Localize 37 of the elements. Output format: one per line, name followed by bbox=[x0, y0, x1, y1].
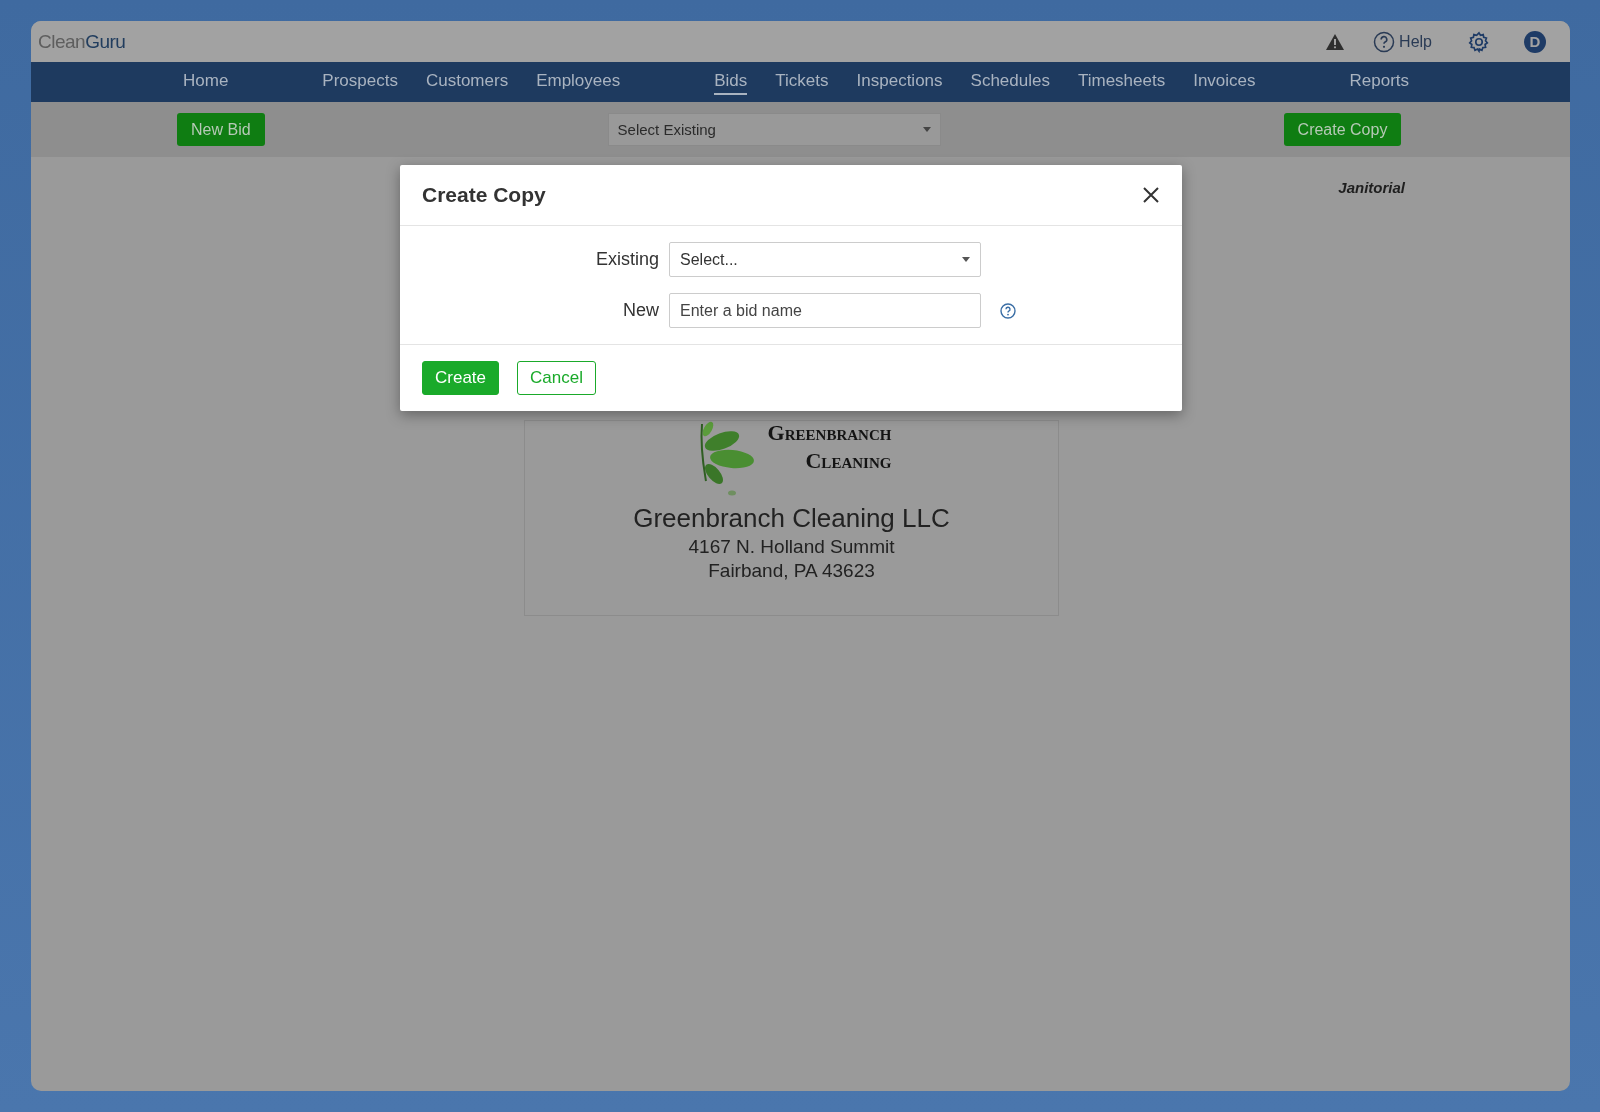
warning-icon[interactable] bbox=[1325, 32, 1346, 51]
bid-name-field[interactable]: Enter a bid name bbox=[669, 293, 981, 328]
field-label: Existing bbox=[594, 249, 660, 270]
nav-link[interactable]: Employees bbox=[536, 69, 621, 95]
dialog-title: Create Copy bbox=[422, 183, 546, 207]
user-avatar[interactable]: D bbox=[1524, 30, 1546, 53]
nav-link[interactable]: Prospects bbox=[322, 69, 398, 95]
existing-select[interactable]: Select... bbox=[669, 242, 981, 277]
help-icon[interactable] bbox=[1000, 302, 1016, 319]
nav-link[interactable]: Customers bbox=[425, 69, 509, 95]
caret-icon bbox=[922, 127, 931, 132]
company-name: Greenbranch Cleaning LLC bbox=[633, 503, 950, 534]
nav-link[interactable]: Timesheets bbox=[1077, 69, 1166, 95]
address-line: 4167 N. Holland Summit bbox=[688, 536, 895, 558]
address-line: Fairband, PA 43623 bbox=[708, 560, 875, 582]
nav-link[interactable]: Inspections bbox=[856, 69, 943, 95]
app-logo[interactable]: CleanGuru bbox=[38, 30, 126, 53]
caret-icon bbox=[962, 257, 970, 262]
create-button[interactable]: Create bbox=[422, 361, 500, 395]
help-link[interactable]: Help bbox=[1373, 30, 1432, 53]
nav-link[interactable]: Home bbox=[183, 69, 229, 95]
nav-link[interactable]: Invoices bbox=[1193, 69, 1256, 95]
help-icon bbox=[1373, 30, 1396, 53]
field-label: New bbox=[622, 300, 660, 321]
bid-select[interactable]: Select Existing bbox=[607, 113, 941, 146]
logo-text: Greenbranch bbox=[767, 419, 892, 447]
nav-link[interactable]: Bids bbox=[714, 69, 748, 95]
settings-icon[interactable] bbox=[1468, 30, 1490, 53]
close-button[interactable] bbox=[1142, 186, 1160, 204]
logo-text: Cleaning bbox=[805, 447, 892, 475]
new-bid-button[interactable]: New Bid bbox=[177, 113, 265, 146]
category-label: Janitorial bbox=[1338, 179, 1405, 196]
cancel-button[interactable]: Cancel bbox=[517, 361, 596, 395]
nav-link[interactable]: Tickets bbox=[775, 69, 829, 95]
create-copy-button[interactable]: Create Copy bbox=[1283, 113, 1402, 146]
nav-link[interactable]: Schedules bbox=[970, 69, 1050, 95]
nav-link[interactable]: Reports bbox=[1349, 69, 1410, 95]
